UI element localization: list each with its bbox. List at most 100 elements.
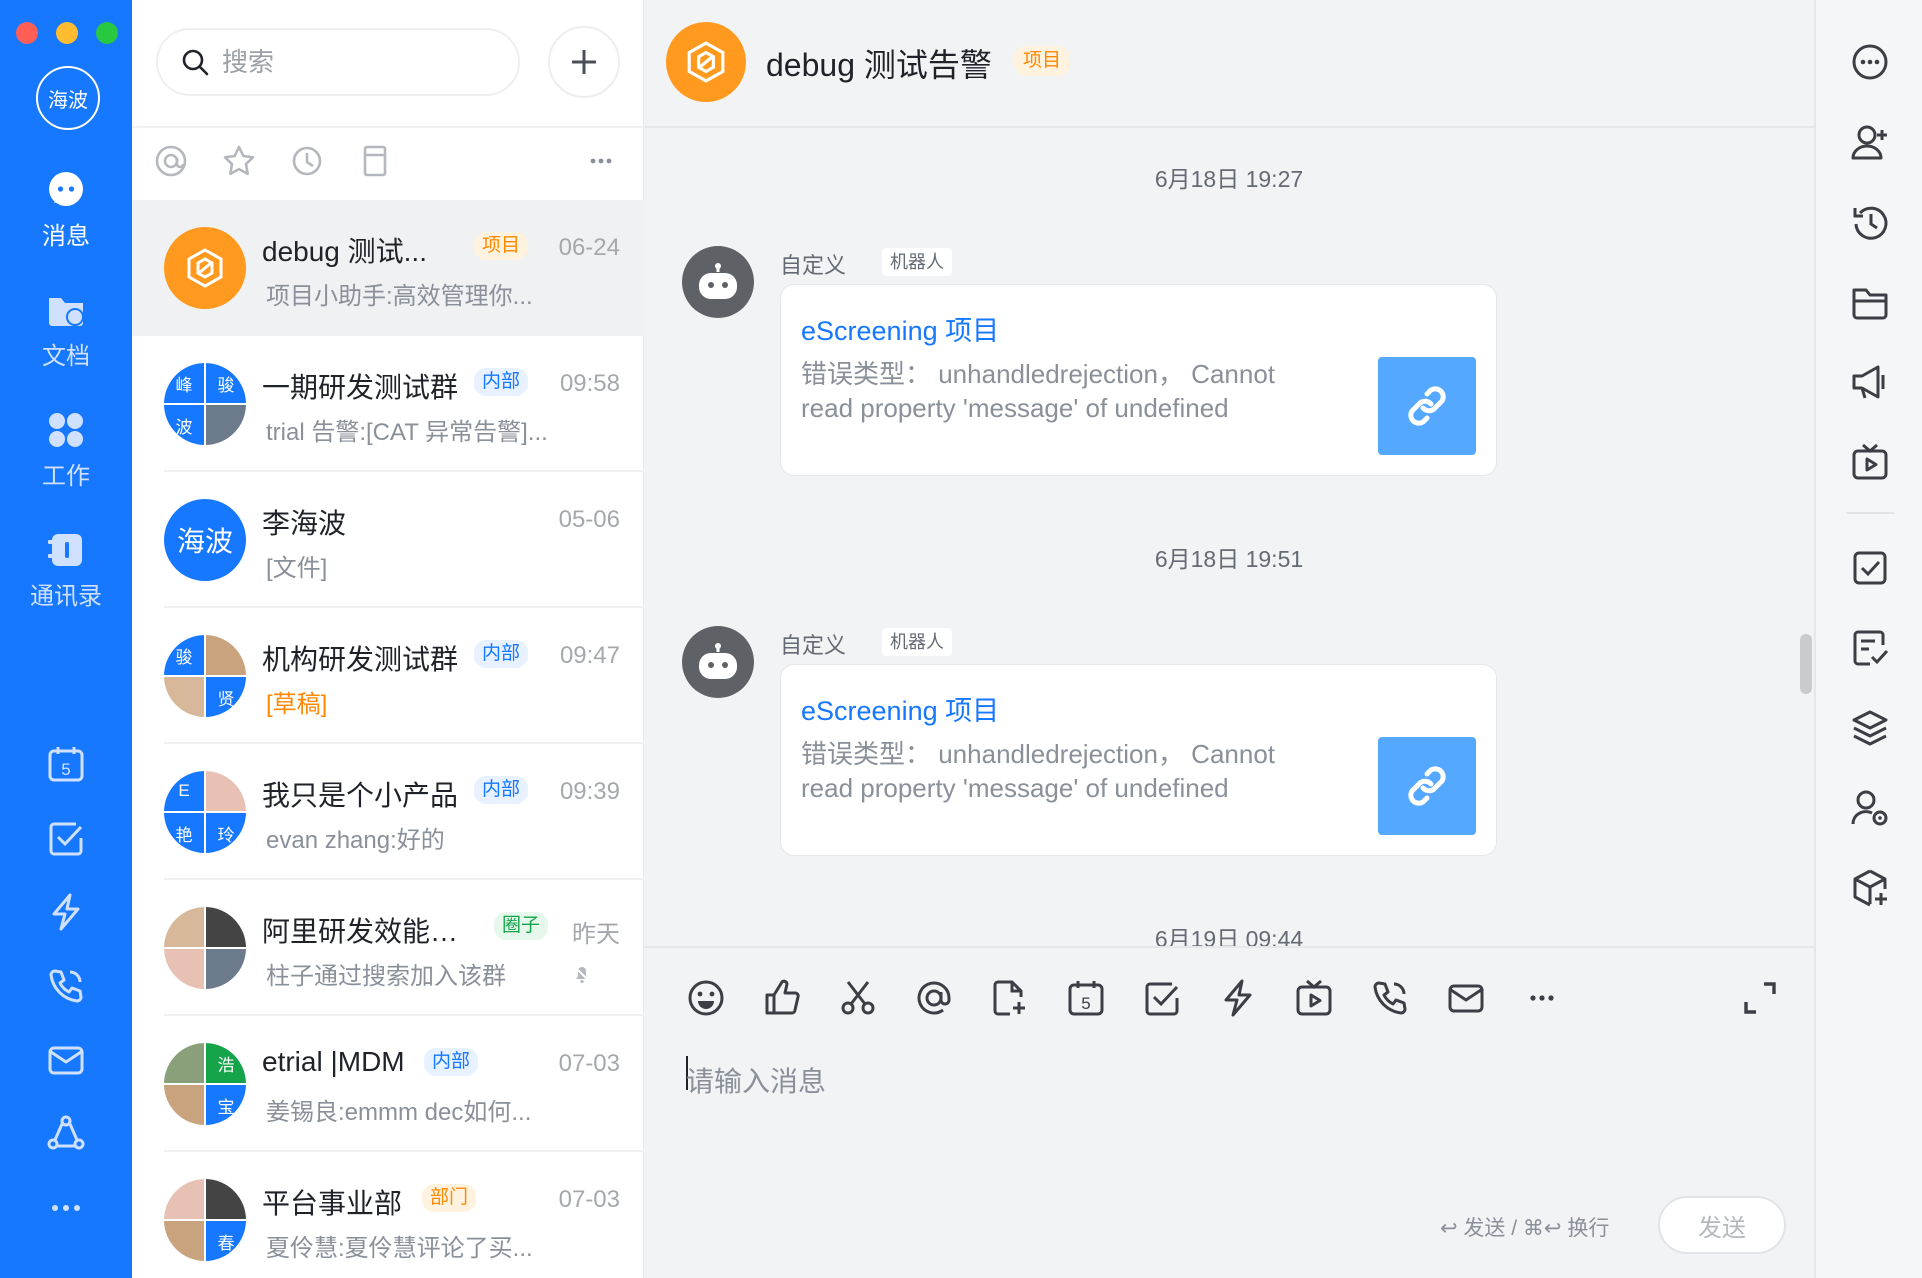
live-icon[interactable]	[1850, 442, 1890, 482]
member-settings-icon[interactable]	[1850, 788, 1890, 828]
conversation-name: 机构研发测试群	[262, 644, 459, 675]
chat-bubble-icon	[46, 170, 86, 210]
nav-item-contacts[interactable]: 通讯录	[0, 530, 132, 611]
conversation-item[interactable]: E艳玲 我只是个小产品 内部 09:39 evan zhang:好的	[132, 744, 644, 880]
mail-icon[interactable]	[1446, 978, 1486, 1018]
robot-tag: 机器人	[882, 628, 952, 656]
conversation-name: etrial |MDM	[262, 1046, 405, 1077]
more-dots-icon[interactable]	[46, 1188, 86, 1228]
card-body: 错误类型： unhandledrejection， Cannot read pr…	[801, 739, 1276, 803]
expand-icon[interactable]	[1740, 978, 1780, 1018]
divider	[1846, 512, 1894, 514]
video-icon[interactable]	[1294, 978, 1334, 1018]
conversation-time: 05-06	[558, 506, 620, 533]
thumbs-up-icon[interactable]	[762, 978, 802, 1018]
search-input[interactable]	[222, 46, 492, 78]
conversation-preview: 夏伶慧:夏伶慧评论了买...	[266, 1235, 533, 1262]
approval-icon[interactable]	[1850, 628, 1890, 668]
add-member-icon[interactable]	[1850, 122, 1890, 162]
calendar-icon[interactable]: 5	[46, 744, 86, 784]
task-check-icon[interactable]	[1142, 978, 1182, 1018]
folder-icon	[46, 290, 86, 330]
at-icon[interactable]	[914, 978, 954, 1018]
flash-icon[interactable]	[46, 892, 86, 932]
add-app-icon[interactable]	[1850, 868, 1890, 908]
svg-text:5: 5	[1081, 994, 1090, 1013]
task-check-icon[interactable]	[46, 818, 86, 858]
compose-area: 5 ↩ 发送 / ⌘↩ 换行 发送	[644, 946, 1814, 1278]
history-icon[interactable]	[290, 144, 330, 184]
divider	[132, 126, 644, 128]
search-box[interactable]	[156, 28, 520, 96]
nav-item-docs[interactable]: 文档	[0, 290, 132, 371]
sender-name: 自定义	[780, 253, 847, 278]
conversation-item[interactable]: 阿里研发效能&... 圈子 昨天 柱子通过搜索加入该群	[132, 880, 644, 1016]
group-avatar	[164, 907, 246, 989]
card-title[interactable]: eScreening 项目	[801, 689, 999, 728]
star-icon[interactable]	[222, 144, 262, 184]
scissors-icon[interactable]	[838, 978, 878, 1018]
add-doc-icon[interactable]	[990, 978, 1030, 1018]
emoji-icon[interactable]	[686, 978, 726, 1018]
conversation-preview: evan zhang:好的	[266, 827, 445, 854]
task-icon[interactable]	[1850, 548, 1890, 588]
link-icon[interactable]	[1378, 737, 1476, 835]
message-card[interactable]: eScreening 项目 错误类型： unhandledrejection， …	[780, 284, 1497, 476]
link-icon[interactable]	[1378, 357, 1476, 455]
window-minimize-button[interactable]	[56, 22, 78, 44]
history-icon[interactable]	[1850, 202, 1890, 242]
nav-item-messages[interactable]: 消息	[0, 170, 132, 251]
phone-icon[interactable]	[1370, 978, 1410, 1018]
user-avatar[interactable]: 海波	[36, 66, 100, 130]
create-button[interactable]	[548, 26, 620, 98]
window-close-button[interactable]	[16, 22, 38, 44]
more-options-icon[interactable]	[1850, 42, 1890, 82]
conversation-name: 一期研发测试群	[262, 372, 459, 403]
conversation-item[interactable]: 骏贤 机构研发测试群 内部 09:47 [草稿]	[132, 608, 644, 744]
robot-avatar-icon[interactable]	[682, 626, 754, 698]
flash-icon[interactable]	[1218, 978, 1258, 1018]
message-input[interactable]	[686, 1052, 1746, 1112]
conversation-item[interactable]: 峰骏波 一期研发测试群 内部 09:58 trial 告警:[CAT 异常告警]…	[132, 336, 644, 472]
nav-label: 工作	[42, 463, 90, 490]
announcement-icon[interactable]	[1850, 362, 1890, 402]
conversation-item[interactable]: 春 平台事业部 部门 07-03 夏伶慧:夏伶慧评论了买...	[132, 1152, 644, 1278]
conversation-preview: trial 告警:[CAT 异常告警]...	[266, 419, 548, 446]
robot-tag: 机器人	[882, 248, 952, 276]
nav-label: 通讯录	[30, 583, 102, 610]
layers-icon[interactable]	[1850, 708, 1890, 748]
bookmark-icon[interactable]	[358, 144, 398, 184]
mail-icon[interactable]	[46, 1040, 86, 1080]
conversation-time: 09:58	[559, 370, 620, 397]
group-avatar: 春	[164, 1179, 246, 1261]
robot-avatar-icon[interactable]	[682, 246, 754, 318]
calendar-icon[interactable]: 5	[1066, 978, 1106, 1018]
chat-tools-bar	[1814, 0, 1922, 1278]
window-zoom-button[interactable]	[96, 22, 118, 44]
message-card[interactable]: eScreening 项目 错误类型： unhandledrejection， …	[780, 664, 1497, 856]
at-mention-icon[interactable]	[154, 144, 194, 184]
conversation-item[interactable]: 海波 李海波 05-06 [文件]	[132, 470, 644, 608]
more-dots-icon[interactable]	[1522, 978, 1562, 1018]
sender-name: 自定义	[780, 633, 847, 658]
group-avatar: E艳玲	[164, 771, 246, 853]
conversation-tag: 内部	[474, 776, 529, 804]
svg-text:5: 5	[61, 760, 70, 779]
conversation-time: 07-03	[558, 1186, 620, 1213]
conversation-preview: [文件]	[266, 555, 328, 582]
card-title[interactable]: eScreening 项目	[801, 309, 999, 348]
conversation-item[interactable]: debug 测试... 项目 06-24 项目小助手:高效管理你...	[132, 200, 644, 336]
conversation-item[interactable]: 浩宝 etrial |MDM 内部 07-03 姜锡良:emmm dec如何..…	[132, 1016, 644, 1152]
send-button[interactable]: 发送	[1658, 1196, 1786, 1254]
search-icon	[180, 47, 210, 77]
more-dots-icon[interactable]	[584, 144, 624, 184]
group-avatar: 浩宝	[164, 1043, 246, 1125]
network-icon[interactable]	[46, 1114, 86, 1154]
chat-title[interactable]: debug 测试告警	[766, 40, 992, 86]
nav-item-work[interactable]: 工作	[0, 410, 132, 491]
conversation-time: 06-24	[558, 234, 620, 261]
message-scrollbar[interactable]	[1800, 634, 1812, 694]
phone-icon[interactable]	[46, 966, 86, 1006]
files-icon[interactable]	[1850, 282, 1890, 322]
conversation-tag: 内部	[474, 368, 529, 396]
